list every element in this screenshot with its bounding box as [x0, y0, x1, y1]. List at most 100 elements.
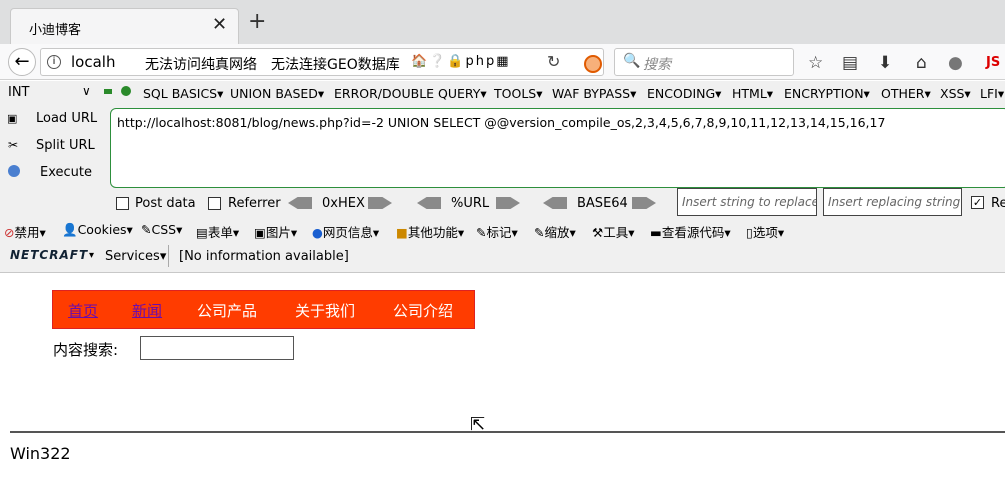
- bookmark-icons[interactable]: 🏠❔🔒php▦: [411, 54, 511, 69]
- menu-other[interactable]: OTHER▾: [881, 86, 931, 101]
- menu-error-double-query[interactable]: ERROR/DOUBLE QUERY▾: [334, 86, 487, 101]
- tools-menu[interactable]: ⚒工具▾: [592, 222, 635, 241]
- url-decode-icon[interactable]: [417, 197, 441, 209]
- hex-encode-icon[interactable]: [368, 197, 392, 209]
- outline-label: 标记▾: [486, 225, 518, 240]
- execute-button[interactable]: Execute: [40, 165, 92, 180]
- view-source-label: 查看源代码▾: [661, 225, 731, 240]
- insert-string-input[interactable]: Insert string to replace: [677, 188, 817, 216]
- close-tab-icon[interactable]: ✕: [212, 14, 227, 35]
- post-data-checkbox[interactable]: [116, 197, 129, 210]
- cookies-menu[interactable]: 👤Cookies▾: [62, 222, 133, 238]
- execute-icon: [8, 165, 20, 177]
- menu-lfi[interactable]: LFI▾: [980, 86, 1004, 101]
- url-label: %URL: [451, 196, 490, 211]
- forms-menu[interactable]: ▤表单▾: [196, 222, 239, 241]
- css-menu[interactable]: ✎CSS▾: [141, 222, 182, 237]
- minus-icon[interactable]: [104, 89, 112, 94]
- page-info-label: 网页信息▾: [322, 225, 380, 240]
- menu-html[interactable]: HTML▾: [732, 86, 773, 101]
- outline-menu[interactable]: ✎标记▾: [476, 222, 518, 241]
- page-info-menu[interactable]: ●网页信息▾: [312, 222, 379, 241]
- load-url-button[interactable]: Load URL: [36, 111, 97, 126]
- css-label: CSS▾: [151, 222, 183, 237]
- info-icon[interactable]: i: [47, 55, 61, 69]
- content-search-input[interactable]: [140, 336, 294, 360]
- hackbar-body: ▣ Load URL ✂ Split URL Execute http://lo…: [0, 105, 1005, 193]
- base64-decode-icon[interactable]: [543, 197, 567, 209]
- extension-icon[interactable]: ●: [948, 53, 963, 73]
- star-icon[interactable]: ☆: [808, 53, 823, 73]
- menu-encryption[interactable]: ENCRYPTION▾: [784, 86, 870, 101]
- reload-icon[interactable]: ↻: [547, 52, 560, 71]
- tools-label: 工具▾: [603, 225, 635, 240]
- download-icon[interactable]: ⬇: [878, 53, 892, 73]
- referrer-checkbox[interactable]: [208, 197, 221, 210]
- library-icon[interactable]: ▤: [842, 53, 858, 73]
- search-icon: 🔍: [623, 53, 641, 69]
- site-nav: 首页 新闻 公司产品 关于我们 公司介绍: [52, 290, 475, 329]
- menu-xss[interactable]: XSS▾: [940, 86, 971, 101]
- menu-encoding[interactable]: ENCODING▾: [647, 86, 721, 101]
- images-menu[interactable]: ▣图片▾: [254, 222, 297, 241]
- browser-tab[interactable]: 小迪博客 ✕: [10, 8, 239, 44]
- content-search-label: 内容搜索:: [53, 341, 119, 359]
- misc-icon: ■: [396, 225, 408, 240]
- split-url-button[interactable]: Split URL: [36, 138, 95, 153]
- block-icon[interactable]: [584, 55, 602, 73]
- chevron-down-icon[interactable]: ▾: [89, 250, 94, 261]
- js-icon[interactable]: JS: [986, 55, 1000, 70]
- type-select[interactable]: INT: [8, 85, 30, 100]
- mouse-cursor-icon: ⇱: [470, 414, 486, 435]
- nav-news[interactable]: 新闻: [132, 300, 162, 321]
- referrer-label: Referrer: [228, 196, 281, 211]
- search-bar[interactable]: 🔍 搜索: [614, 48, 794, 76]
- load-url-icon: ▣: [7, 112, 18, 125]
- images-label: 图片▾: [265, 225, 298, 240]
- home-icon[interactable]: ⌂: [916, 53, 927, 73]
- back-button[interactable]: ←: [8, 48, 36, 76]
- resize-menu[interactable]: ✎缩放▾: [534, 222, 576, 241]
- hackbar-url-textarea[interactable]: http://localhost:8081/blog/news.php?id=-…: [110, 108, 1005, 188]
- menu-sql-basics[interactable]: SQL BASICS▾: [143, 86, 223, 101]
- hackbar-options: Post data Referrer 0xHEX %URL BASE64 Ins…: [0, 188, 1005, 219]
- replace-checkbox[interactable]: ✓: [971, 196, 984, 209]
- replacing-string-input[interactable]: Insert replacing string: [823, 188, 962, 216]
- disable-icon: ⊘: [4, 225, 15, 240]
- disable-menu[interactable]: ⊘禁用▾: [4, 222, 46, 241]
- tab-title: 小迪博客: [29, 23, 82, 38]
- resize-icon: ✎: [534, 225, 545, 240]
- divider: [10, 431, 1005, 433]
- chevron-down-icon[interactable]: ∨: [82, 84, 91, 98]
- services-menu[interactable]: Services▾: [105, 249, 166, 264]
- nav-about[interactable]: 关于我们: [295, 300, 355, 321]
- address-bar[interactable]: i localho 无法访问纯真网络 无法连接GEO数据库 🏠❔🔒php▦ ↻: [40, 48, 604, 76]
- netcraft-info: [No information available]: [179, 249, 349, 264]
- bookmark-chunzhen[interactable]: 无法访问纯真网络: [145, 54, 257, 74]
- hex-decode-icon[interactable]: [288, 197, 312, 209]
- menu-union-based[interactable]: UNION BASED▾: [230, 86, 324, 101]
- nav-company[interactable]: 公司介绍: [393, 300, 453, 321]
- menu-waf-bypass[interactable]: WAF BYPASS▾: [552, 86, 636, 101]
- plus-icon[interactable]: [121, 86, 131, 96]
- misc-menu[interactable]: ■其他功能▾: [396, 222, 464, 241]
- nav-products[interactable]: 公司产品: [197, 300, 257, 321]
- address-text[interactable]: localho: [71, 53, 115, 71]
- menu-tools[interactable]: TOOLS▾: [494, 86, 543, 101]
- netcraft-logo[interactable]: NETCRAFT: [10, 248, 88, 262]
- new-tab-icon[interactable]: +: [248, 11, 266, 33]
- nav-home[interactable]: 首页: [68, 300, 98, 321]
- misc-label: 其他功能▾: [407, 225, 465, 240]
- hex-label: 0xHEX: [322, 196, 365, 211]
- netcraft-toolbar: NETCRAFT ▾ Services▾ [No information ava…: [0, 241, 1005, 273]
- scissors-icon: ✂: [8, 138, 19, 152]
- outline-icon: ✎: [476, 225, 487, 240]
- bookmark-geo[interactable]: 无法连接GEO数据库: [271, 54, 400, 74]
- view-source-menu[interactable]: ▬查看源代码▾: [650, 222, 731, 241]
- url-encode-icon[interactable]: [496, 197, 520, 209]
- base64-encode-icon[interactable]: [632, 197, 656, 209]
- forms-icon: ▤: [196, 225, 208, 240]
- web-developer-toolbar: ⊘禁用▾ 👤Cookies▾ ✎CSS▾ ▤表单▾ ▣图片▾ ●网页信息▾ ■其…: [0, 219, 1005, 241]
- options-menu[interactable]: ▯选项▾: [746, 222, 784, 241]
- search-placeholder: 搜索: [643, 57, 671, 73]
